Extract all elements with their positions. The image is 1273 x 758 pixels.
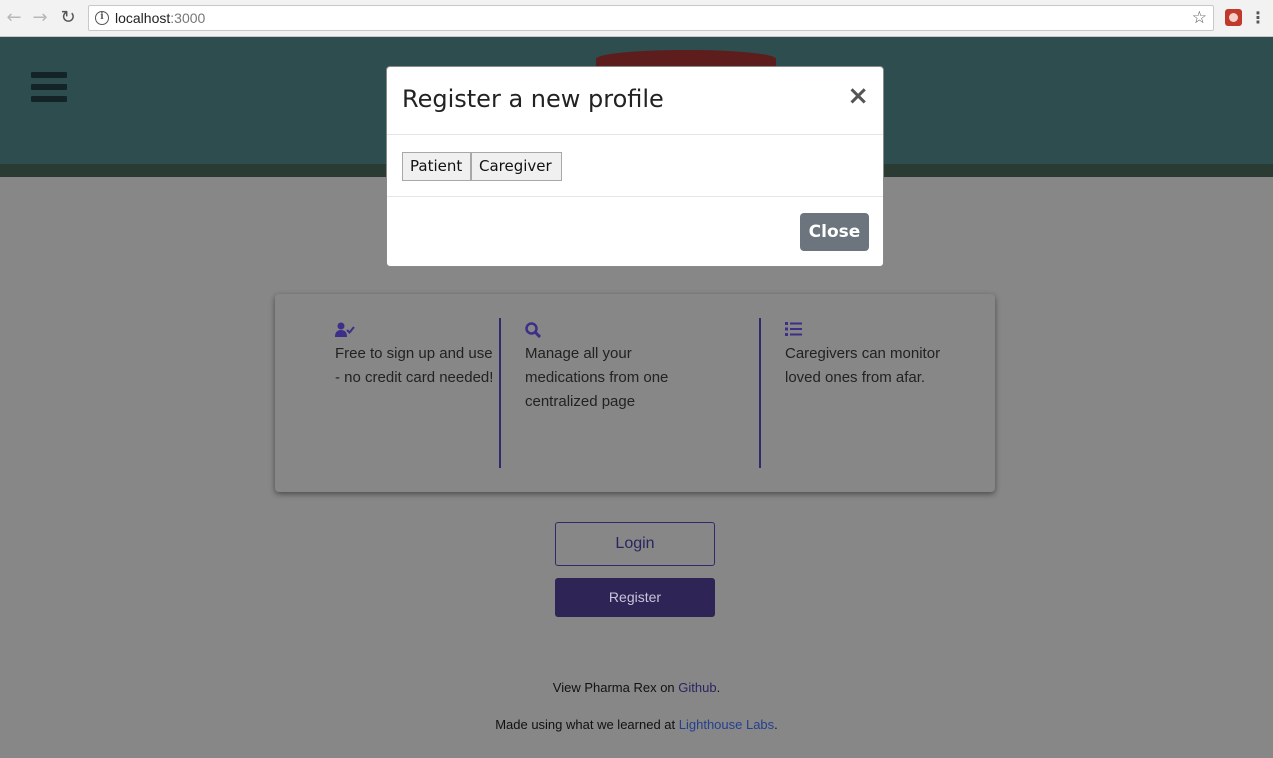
url-text[interactable]: localhost:3000 bbox=[115, 10, 205, 26]
browser-menu-icon[interactable]: ⋮ bbox=[1250, 8, 1266, 28]
forward-icon[interactable]: → bbox=[30, 8, 50, 28]
feature-text: Free to sign up and use - no credit card… bbox=[335, 345, 494, 386]
modal-title: Register a new profile bbox=[402, 85, 664, 113]
close-button[interactable]: Close bbox=[800, 213, 869, 251]
feature-text: Caregivers can monitor loved ones from a… bbox=[785, 345, 941, 386]
lighthouse-labs-link[interactable]: Lighthouse Labs bbox=[679, 717, 774, 732]
feature-manage: Manage all your medications from one cen… bbox=[499, 318, 723, 468]
list-icon bbox=[785, 322, 805, 340]
footer-text: . bbox=[774, 717, 778, 732]
search-icon bbox=[525, 322, 545, 340]
url-host: localhost bbox=[115, 10, 171, 26]
back-icon[interactable]: ← bbox=[4, 8, 24, 28]
footer-github-line: View Pharma Rex on Github. bbox=[0, 680, 1273, 695]
modal-body: Patient Caregiver bbox=[387, 136, 883, 197]
footer-text: . bbox=[716, 680, 721, 695]
github-link[interactable]: Github bbox=[678, 680, 716, 695]
feature-free: Free to sign up and use - no credit card… bbox=[275, 318, 499, 468]
caregiver-button[interactable]: Caregiver bbox=[471, 152, 562, 181]
modal-header: Register a new profile × bbox=[387, 67, 883, 135]
hamburger-menu-icon[interactable] bbox=[31, 72, 67, 103]
user-check-icon bbox=[335, 322, 355, 340]
feature-caregivers: Caregivers can monitor loved ones from a… bbox=[759, 318, 983, 468]
register-button[interactable]: Register bbox=[555, 578, 715, 617]
browser-toolbar: ← → ↻ i localhost:3000 ☆ ⋮ bbox=[0, 0, 1273, 37]
reload-icon[interactable]: ↻ bbox=[58, 8, 78, 28]
address-bar[interactable]: i localhost:3000 ☆ bbox=[88, 5, 1214, 31]
footer-text: Made using what we learned at bbox=[495, 717, 679, 732]
features-card: Free to sign up and use - no credit card… bbox=[275, 294, 995, 492]
patient-button[interactable]: Patient bbox=[402, 152, 471, 181]
login-button[interactable]: Login bbox=[555, 522, 715, 566]
register-modal: Register a new profile × Patient Caregiv… bbox=[386, 66, 884, 267]
site-info-icon[interactable]: i bbox=[95, 11, 109, 25]
bookmark-star-icon[interactable]: ☆ bbox=[1192, 8, 1207, 28]
url-port: :3000 bbox=[170, 10, 206, 26]
footer-text: View Pharma Rex on bbox=[552, 680, 679, 695]
close-icon[interactable]: × bbox=[847, 83, 869, 109]
footer-credit-line: Made using what we learned at Lighthouse… bbox=[0, 717, 1273, 732]
extension-icon[interactable] bbox=[1225, 9, 1242, 26]
feature-text: Manage all your medications from one cen… bbox=[525, 345, 669, 410]
